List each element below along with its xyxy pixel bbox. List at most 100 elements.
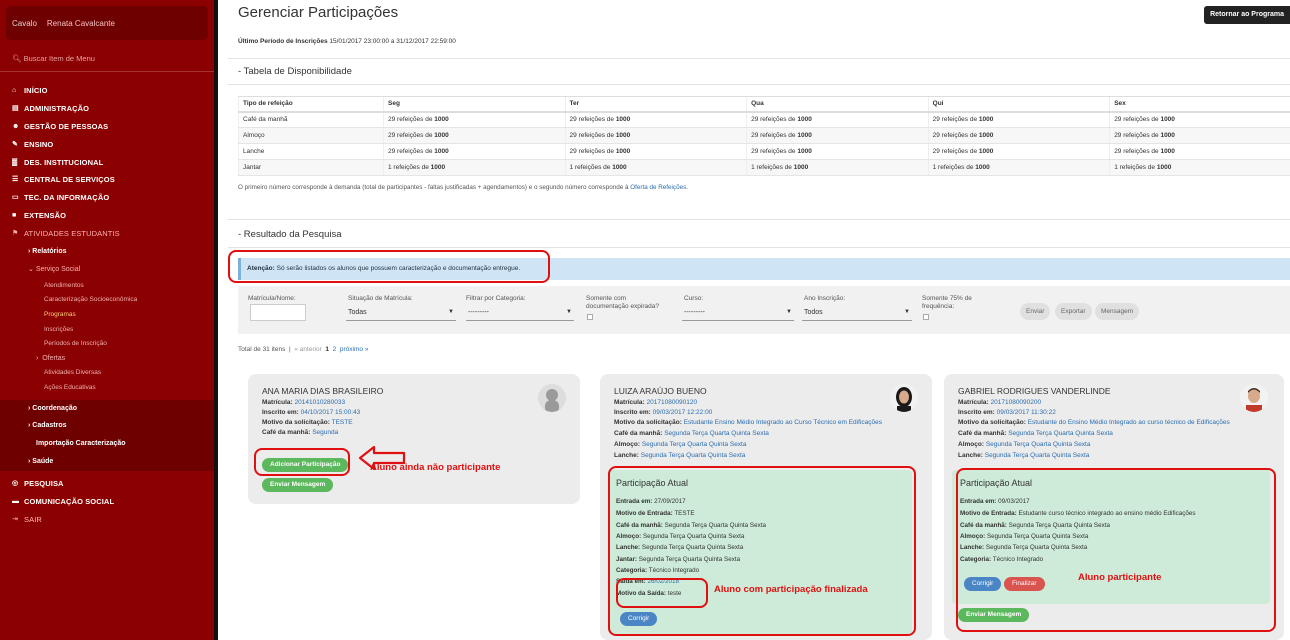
menu-inicio[interactable]: ⌂ INÍCIO bbox=[0, 82, 214, 100]
annotation-finished: Aluno com participação finalizada bbox=[714, 584, 868, 595]
filter-bar: Matrícula/Nome: Situação de Matrícula: T… bbox=[238, 286, 1290, 334]
item-inscricoes[interactable]: Inscrições bbox=[0, 323, 214, 338]
field-value: TESTE bbox=[331, 419, 353, 426]
people-icon: ☻ bbox=[12, 122, 20, 130]
curso-value: --------- bbox=[684, 309, 705, 316]
item-periodos-inscricao[interactable]: Períodos de Inscrição bbox=[0, 337, 214, 352]
field-value: Segunda Terça Quarta Quinta Sexta bbox=[664, 430, 769, 437]
curso-select[interactable]: --------- ▼ bbox=[682, 304, 794, 321]
situacao-select[interactable]: Todas ▼ bbox=[346, 304, 456, 321]
item-atendimentos[interactable]: Atendimentos bbox=[0, 279, 214, 294]
categoria-select[interactable]: --------- ▼ bbox=[466, 304, 574, 321]
field-label: Matrícula: bbox=[614, 399, 645, 406]
next-page[interactable]: próximo » bbox=[340, 346, 369, 353]
total-items: Total de 31 itens bbox=[238, 346, 286, 353]
pencil-icon: ✎ bbox=[12, 140, 18, 148]
field-label: Inscrito em: bbox=[958, 409, 995, 416]
menu-administracao[interactable]: ▤ ADMINISTRAÇÃO bbox=[0, 100, 214, 118]
submenu-importacao[interactable]: Importação Caracterização bbox=[0, 435, 214, 454]
demand-text: 29 refeições de bbox=[569, 148, 614, 155]
field-value: 09/03/2017 11:30:22 bbox=[996, 409, 1056, 416]
offer-value: 1000 bbox=[978, 116, 994, 124]
item-label: Ofertas bbox=[42, 354, 66, 362]
availability-cell: 29 refeições de 1000 bbox=[927, 127, 1110, 144]
sidebar: Cavalo Renata Cavalcante 🔍︎ Buscar Item … bbox=[0, 0, 218, 640]
table-row: Café da manhã 29 refeições de 1000 29 refe… bbox=[238, 111, 1290, 128]
field-value: 20141010280033 bbox=[294, 399, 346, 406]
meal-offer-link[interactable]: Oferta de Refeições bbox=[630, 184, 686, 191]
matricula-input[interactable] bbox=[250, 304, 306, 321]
section-results-title[interactable]: - Resultado da Pesquisa bbox=[238, 229, 342, 240]
field-value: Estudante Ensino Médio Integrado ao Curs… bbox=[683, 419, 882, 426]
ano-label: Ano Inscrição: bbox=[804, 295, 846, 302]
offer-value: 1000 bbox=[978, 132, 994, 139]
prev-page[interactable]: « anterior bbox=[294, 346, 321, 353]
table-body: Café da manhã 29 refeições de 1000 29 refe… bbox=[238, 111, 1290, 176]
availability-cell: 29 refeições de 1000 bbox=[746, 143, 929, 160]
pagination: Total de 31 itens | « anterior 1 2 próxi… bbox=[238, 346, 368, 353]
section-availability-title[interactable]: - Tabela de Disponibilidade bbox=[238, 66, 352, 77]
menu-extensao[interactable]: ■ EXTENSÃO bbox=[0, 207, 214, 225]
menu-atividades-estudantis[interactable]: ⚑ ATIVIDADES ESTUDANTIS bbox=[0, 225, 214, 243]
submenu-label: Coordenação bbox=[32, 404, 78, 412]
item-caracterizacao[interactable]: Caracterização Socioeconômica bbox=[0, 293, 214, 308]
menu-pesquisa[interactable]: ◎ PESQUISA bbox=[0, 475, 214, 493]
availability-cell: 29 refeições de 1000 bbox=[1109, 127, 1290, 144]
logo: Cavalo bbox=[12, 18, 37, 28]
back-to-program-button[interactable]: Retornar ao Programa bbox=[1204, 6, 1290, 24]
menu-sair[interactable]: ⇥ SAIR bbox=[0, 511, 214, 529]
item-programas[interactable]: Programas bbox=[0, 308, 214, 323]
menu-gestao-pessoas[interactable]: ☻ GESTÃO DE PESSOAS bbox=[0, 118, 214, 136]
avatar bbox=[538, 384, 566, 412]
menu-label: COMUNICAÇÃO SOCIAL bbox=[24, 497, 115, 506]
submenu-cadastros[interactable]: › Cadastros bbox=[0, 417, 214, 436]
table-row: Lanche 29 refeições de 1000 29 refeições d… bbox=[238, 143, 1290, 160]
page-2[interactable]: 2 bbox=[333, 346, 337, 353]
flag-icon: ⚑ bbox=[12, 230, 19, 238]
submenu-coordenacao[interactable]: › Coordenação bbox=[0, 399, 214, 418]
ano-value: Todos bbox=[804, 309, 823, 316]
menu-tec-informacao[interactable]: ▭ TEC. DA INFORMAÇÃO bbox=[0, 189, 214, 207]
annotation-box-alert bbox=[228, 250, 550, 283]
field-value: Segunda Terça Quarta Quinta Sexta bbox=[985, 441, 1091, 448]
item-ofertas[interactable]: › Ofertas bbox=[0, 352, 214, 367]
caret-down-icon: ▼ bbox=[566, 309, 572, 315]
availability-cell: 1 refeições de 1000 bbox=[564, 159, 747, 176]
field-motivo: Motivo da solicitação: Estudante Ensino … bbox=[614, 419, 882, 426]
user-panel[interactable]: Cavalo Renata Cavalcante bbox=[6, 6, 208, 40]
submenu-servico-social[interactable]: ⌄ Serviço Social bbox=[0, 261, 214, 279]
send-message-button[interactable]: Enviar Mensagem bbox=[262, 478, 334, 492]
demand-text: 29 refeições de bbox=[932, 148, 978, 155]
period-label: Último Período de Inscrições bbox=[238, 38, 328, 45]
submenu-relatorios[interactable]: › Relatórios bbox=[0, 243, 214, 261]
ano-select[interactable]: Todos ▼ bbox=[802, 304, 912, 321]
menu-central-servicos[interactable]: ☰ CENTRAL DE SERVIÇOS bbox=[0, 171, 214, 189]
item-atividades-diversas[interactable]: Atividades Diversas bbox=[0, 366, 214, 381]
mensagem-button[interactable]: Mensagem bbox=[1095, 303, 1140, 320]
enviar-button[interactable]: Enviar bbox=[1020, 303, 1051, 320]
student-name: LUIZA ARAÚJO BUENO bbox=[614, 386, 707, 396]
menu-ensino[interactable]: ✎ ENSINO bbox=[0, 136, 214, 154]
menu-comunicacao-social[interactable]: ▬ COMUNICAÇÃO SOCIAL bbox=[0, 493, 214, 511]
submenu-saude[interactable]: › Saúde bbox=[0, 453, 214, 472]
item-acoes-educativas[interactable]: Ações Educativas bbox=[0, 381, 214, 396]
doc-checkbox[interactable] bbox=[587, 314, 593, 320]
submenu-label: Saúde bbox=[32, 458, 54, 466]
freq-checkbox[interactable] bbox=[923, 314, 929, 320]
user-name: Renata Cavalcante bbox=[46, 18, 115, 28]
menu-label: CENTRAL DE SERVIÇOS bbox=[24, 175, 115, 185]
field-value: Segunda Terça Quarta Quinta Sexta bbox=[640, 452, 746, 459]
field-value: 09/03/2017 12:22:00 bbox=[652, 409, 713, 416]
menu-search[interactable]: 🔍︎ Buscar Item de Menu bbox=[0, 54, 214, 72]
menu-des-institucional[interactable]: ▓ DES. INSTITUCIONAL bbox=[0, 154, 214, 172]
page-1[interactable]: 1 bbox=[325, 346, 329, 353]
annotation-box-participant bbox=[956, 468, 1276, 632]
situacao-label: Situação de Matrícula: bbox=[348, 295, 413, 302]
field-value: Segunda Terça Quarta Quinta Sexta bbox=[641, 441, 747, 448]
offer-value: 1000 bbox=[1160, 116, 1175, 124]
exportar-button[interactable]: Exportar bbox=[1055, 303, 1092, 320]
demand-text: 29 refeições de bbox=[388, 132, 433, 139]
menu-label: SAIR bbox=[24, 514, 42, 524]
offer-value: 1000 bbox=[1160, 132, 1175, 139]
availability-cell: 1 refeições de 1000 bbox=[927, 159, 1110, 176]
